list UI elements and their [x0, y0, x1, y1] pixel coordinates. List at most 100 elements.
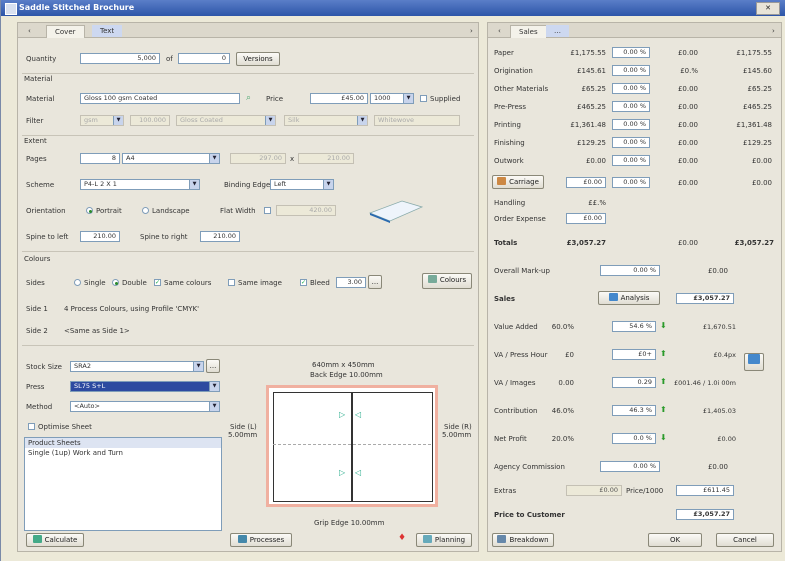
height-input[interactable]: 210.00 — [298, 153, 354, 164]
press-select[interactable]: SL75 S+L ▼ — [70, 381, 220, 392]
filter-type-select[interactable]: Silk ▼ — [284, 115, 368, 126]
ok-button[interactable]: OK — [648, 533, 702, 547]
extras-input[interactable]: £0.00 — [566, 485, 622, 496]
analysis-icon — [608, 293, 618, 301]
filter-gsm-select[interactable]: gsm ▼ — [80, 115, 124, 126]
tab-nav-right-icon[interactable]: › — [462, 25, 481, 37]
filter-weight-input[interactable]: 100.000 — [130, 115, 170, 126]
material-input[interactable]: Gloss 100 gsm Coated — [80, 93, 240, 104]
colours-button[interactable]: Colours — [422, 273, 472, 289]
chevron-down-icon: ▼ — [113, 116, 123, 125]
sales-value-input[interactable]: £3,057.27 — [676, 293, 734, 304]
cost-row-pct-input[interactable]: 0.00 % — [612, 83, 650, 94]
chevron-down-icon: ▼ — [209, 382, 219, 391]
planning-button[interactable]: Planning — [416, 533, 472, 547]
tab-nav-left-icon[interactable]: ‹ — [20, 25, 39, 37]
chart-button[interactable] — [744, 353, 764, 371]
breakdown-button[interactable]: Breakdown — [492, 533, 554, 547]
same-image-checkbox[interactable] — [228, 279, 235, 286]
single-radio[interactable] — [74, 279, 81, 286]
bleed-more-button[interactable]: ... — [368, 275, 382, 289]
price-per-1000-input[interactable]: £611.45 — [676, 485, 734, 496]
cost-row-pct-input[interactable]: 0.00 % — [612, 155, 650, 166]
material-browse-icon[interactable]: ⌕ — [246, 93, 251, 103]
of-label: of — [166, 55, 173, 63]
carriage-button[interactable]: Carriage — [492, 175, 544, 189]
tab-sales[interactable]: Sales — [510, 25, 547, 38]
versions-button[interactable]: Versions — [236, 52, 280, 66]
tab-cover[interactable]: Cover — [46, 25, 85, 38]
price-input[interactable]: £45.00 — [310, 93, 368, 104]
metric-value-input[interactable]: 46.3 % — [612, 405, 656, 416]
spine-right-input[interactable]: 210.00 — [200, 231, 240, 242]
quantity-input[interactable]: 5,000 — [80, 53, 160, 64]
metric-value-input[interactable]: 0.29 — [612, 377, 656, 388]
double-radio[interactable] — [112, 279, 119, 286]
same-image-label: Same image — [238, 279, 282, 287]
metric-value-input[interactable]: 0.0 % — [612, 433, 656, 444]
app-icon — [5, 3, 17, 15]
tab-nav-left-icon[interactable]: ‹ — [490, 25, 509, 37]
cost-row-pct-input[interactable]: 0.00 % — [612, 101, 650, 112]
cost-row-pct-input[interactable]: 0.00 % — [612, 47, 650, 58]
size-select[interactable]: A4 ▼ — [122, 153, 220, 164]
tab-text[interactable]: Text — [92, 25, 123, 37]
spine-right-label: Spine to right — [140, 233, 188, 241]
cost-row-pct-input[interactable]: 0.00 % — [612, 65, 650, 76]
warning-icon[interactable]: ♦ — [398, 533, 406, 543]
totals-label: Totals — [494, 239, 518, 247]
flat-width-input[interactable]: 420.00 — [276, 205, 336, 216]
product-sheets-list[interactable]: Product Sheets Single (1up) Work and Tur… — [24, 437, 222, 531]
binding-edge-select[interactable]: Left ▼ — [270, 179, 334, 190]
method-value: <Auto> — [74, 402, 100, 410]
method-label: Method — [26, 403, 53, 411]
cost-row-pct-input[interactable]: 0.00 % — [612, 137, 650, 148]
tab-nav-right-icon[interactable]: › — [764, 25, 783, 37]
order-expense-input[interactable]: £0.00 — [566, 213, 606, 224]
calculate-button[interactable]: Calculate — [26, 533, 84, 547]
per-select[interactable]: 1000 ▼ — [370, 93, 414, 104]
stock-size-more-button[interactable]: ... — [206, 359, 220, 373]
versions-count-input[interactable]: 0 — [178, 53, 230, 64]
flat-width-checkbox[interactable] — [264, 207, 271, 214]
optimise-sheet-checkbox[interactable] — [28, 423, 35, 430]
cancel-button[interactable]: Cancel — [716, 533, 774, 547]
width-input[interactable]: 297.00 — [230, 153, 286, 164]
spine-left-input[interactable]: 210.00 — [80, 231, 120, 242]
method-select[interactable]: <Auto> ▼ — [70, 401, 220, 412]
tab-more[interactable]: … — [546, 25, 569, 37]
bleed-input[interactable]: 3.00 — [336, 277, 366, 288]
bleed-checkbox[interactable]: ✓ — [300, 279, 307, 286]
processes-button[interactable]: Processes — [230, 533, 292, 547]
cost-row-pct-input[interactable]: 0.00 % — [612, 119, 650, 130]
press-label: Press — [26, 383, 45, 391]
agency-input[interactable]: 0.00 % — [600, 461, 660, 472]
portrait-radio[interactable] — [86, 207, 93, 214]
filter-finish-select[interactable]: Gloss Coated ▼ — [176, 115, 276, 126]
close-button[interactable]: ✕ — [756, 2, 780, 15]
analysis-button[interactable]: Analysis — [598, 291, 660, 305]
product-sheet-item[interactable]: Single (1up) Work and Turn — [25, 448, 221, 458]
carriage-amount-input[interactable]: £0.00 — [566, 177, 606, 188]
pages-input[interactable]: 8 — [80, 153, 120, 164]
supplied-checkbox[interactable] — [420, 95, 427, 102]
metric-result: £0.4px — [713, 351, 736, 359]
chevron-down-icon: ▼ — [209, 402, 219, 411]
processes-label: Processes — [249, 536, 285, 544]
metric-value-input[interactable]: 54.6 % — [612, 321, 656, 332]
same-colours-checkbox[interactable]: ✓ — [154, 279, 161, 286]
markup-input[interactable]: 0.00 % — [600, 265, 660, 276]
dialog-window: Saddle Stitched Brochure ✕ ‹ Cover Text … — [0, 0, 785, 561]
carriage-pct-input[interactable]: 0.00 % — [612, 177, 650, 188]
chart-icon — [748, 354, 760, 364]
filter-colour-input[interactable]: Whitewove — [374, 115, 460, 126]
stock-size-select[interactable]: SRA2 ▼ — [70, 361, 204, 372]
press-value: SL75 S+L — [74, 382, 106, 390]
landscape-label: Landscape — [152, 207, 190, 215]
price-to-customer-input[interactable]: £3,057.27 — [676, 509, 734, 520]
page-marker-icon: ▷ — [339, 410, 346, 419]
metric-target: 46.0% — [551, 407, 574, 415]
landscape-radio[interactable] — [142, 207, 149, 214]
scheme-select[interactable]: P4-L 2 X 1 ▼ — [80, 179, 200, 190]
metric-value-input[interactable]: £0+ — [612, 349, 656, 360]
